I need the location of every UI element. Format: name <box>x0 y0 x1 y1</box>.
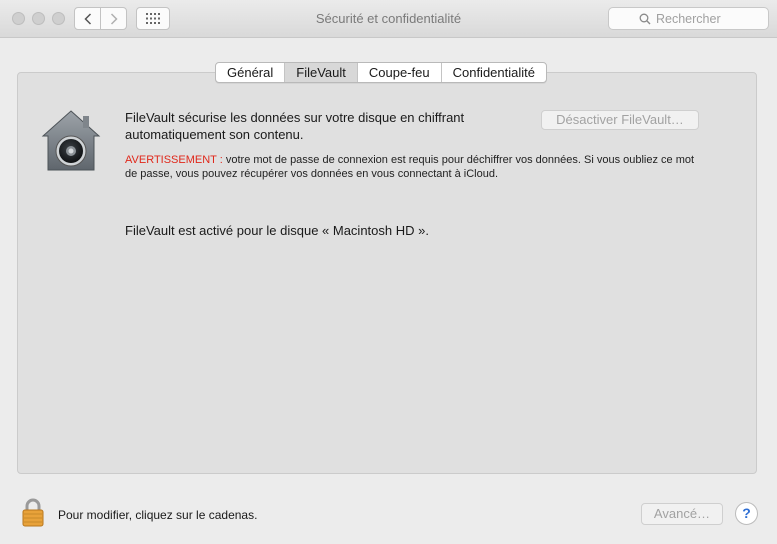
disable-filevault-button[interactable]: Désactiver FileVault… <box>541 110 699 130</box>
help-button[interactable]: ? <box>735 502 758 525</box>
lock-icon[interactable] <box>20 497 46 527</box>
lock-hint: Pour modifier, cliquez sur le cadenas. <box>58 508 258 522</box>
warning-label: AVERTISSEMENT : <box>125 154 223 166</box>
advanced-button[interactable]: Avancé… <box>641 503 723 525</box>
filevault-description: FileVault sécurise les données sur votre… <box>125 110 465 142</box>
filevault-status: FileVault est activé pour le disque « Ma… <box>125 223 429 238</box>
tab-firewall[interactable]: Coupe-feu <box>358 63 442 82</box>
tab-privacy[interactable]: Confidentialité <box>442 63 546 82</box>
filevault-icon <box>41 110 101 171</box>
search-input[interactable] <box>656 11 766 26</box>
search-field[interactable] <box>608 7 769 30</box>
filevault-warning: AVERTISSEMENT : votre mot de passe de co… <box>125 153 705 181</box>
search-icon <box>639 13 651 24</box>
tab-bar: Général FileVault Coupe-feu Confidential… <box>215 62 547 83</box>
title-bar: Sécurité et confidentialité <box>0 0 777 38</box>
tab-filevault[interactable]: FileVault <box>285 63 358 82</box>
tab-general[interactable]: Général <box>216 63 286 82</box>
